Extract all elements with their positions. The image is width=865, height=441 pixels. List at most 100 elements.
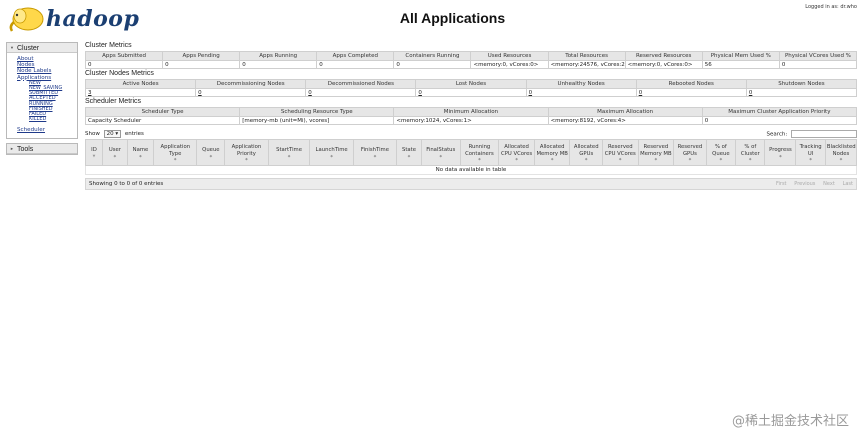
metric-header: Total Resources [547, 51, 626, 61]
node-metric-value: 3 [84, 88, 197, 97]
col-header-pct-queue[interactable]: % of Queue ◆ [705, 139, 737, 166]
metric-value: 0 [84, 60, 164, 69]
metric-header: Scheduler Type [84, 107, 241, 117]
node-metric-value: 0 [745, 88, 858, 97]
apps-table-controls: Show 20 ▾ entries Search: [85, 128, 857, 139]
metric-header: Apps Submitted [84, 51, 164, 61]
metric-value: Capacity Scheduler [84, 116, 241, 125]
cluster-menu-header[interactable]: ▼ Cluster [7, 43, 77, 53]
col-header-reserved-memory[interactable]: Reserved Memory MB ◆ [637, 139, 675, 166]
sort-icon: ◆ [113, 153, 117, 158]
col-header-running-containers[interactable]: Running Containers ◆ [459, 139, 500, 166]
col-header-id[interactable]: ID ▼ [84, 139, 104, 166]
col-header-blacklisted-nodes[interactable]: Blacklisted Nodes ◆ [824, 139, 858, 166]
col-header-tracking-ui[interactable]: Tracking UI ◆ [795, 139, 826, 166]
metric-header: Physical Mem Used % [701, 51, 780, 61]
col-header-allocated-memory[interactable]: Allocated Memory MB ◆ [533, 139, 571, 166]
col-header-allocated-gpus[interactable]: Allocated GPUs ◆ [569, 139, 603, 166]
main-content: Cluster Metrics Apps Submitted Apps Pend… [84, 41, 858, 190]
metric-header: Used Resources [470, 51, 549, 61]
col-header-launch-time[interactable]: LaunchTime ◆ [309, 139, 354, 166]
scheduler-metrics-table: Scheduler Type Scheduling Resource Type … [84, 107, 858, 125]
metric-value: 0 [778, 60, 858, 69]
metric-value: 0 [316, 60, 395, 69]
sort-icon: ◆ [584, 157, 588, 161]
empty-table-message: No data available in table [85, 165, 857, 175]
previous-page-button[interactable]: Previous [794, 181, 815, 187]
metric-header: Containers Running [393, 51, 472, 61]
col-header-state[interactable]: State ◆ [396, 139, 422, 166]
col-header-finish-time[interactable]: FinishTime ◆ [352, 139, 398, 166]
nav-link-scheduler[interactable]: Scheduler [17, 127, 77, 133]
sort-icon: ◆ [330, 153, 333, 158]
metric-value: <memory:1024, vCores:1> [393, 116, 549, 125]
sort-icon: ◆ [688, 157, 692, 161]
metric-header: Decommissioned Nodes [305, 79, 417, 89]
sort-icon: ◆ [209, 153, 213, 158]
node-metric-value: 0 [195, 88, 307, 97]
expand-triangle-icon: ► [10, 145, 14, 151]
header: hadoop All Applications Logged in as: dr… [0, 0, 865, 38]
search-input[interactable] [791, 129, 857, 138]
sort-icon: ◆ [407, 153, 411, 158]
sort-icon: ◆ [139, 153, 142, 158]
cluster-nodes-metrics-title: Cluster Nodes Metrics [85, 70, 154, 77]
metric-value: <memory:0, vCores:0> [624, 60, 703, 69]
apps-table-footer: Showing 0 to 0 of 0 entries First Previo… [85, 178, 857, 190]
applications-header-row: ID ▼ User ◆ Name ◆ Application Type ◆ Queue ◆… [84, 139, 858, 166]
metric-value: 0 [239, 60, 318, 69]
scheduler-metrics-title: Scheduler Metrics [85, 98, 142, 105]
sort-icon: ◆ [654, 157, 658, 161]
table-row: No data available in table [85, 165, 857, 175]
col-header-reserved-gpus[interactable]: Reserved GPUs ◆ [673, 139, 707, 166]
sort-icon: ◆ [173, 157, 177, 161]
unhealthy-nodes-link[interactable]: 0 [529, 90, 533, 96]
col-header-final-status[interactable]: FinalStatus ◆ [420, 139, 461, 166]
sort-icon: ◆ [719, 157, 723, 161]
metric-header: Apps Pending [162, 51, 241, 61]
tools-menu-header[interactable]: ► Tools [7, 143, 77, 154]
metric-header: Scheduling Resource Type [239, 107, 395, 117]
page-size-control: Show 20 ▾ entries [85, 129, 144, 138]
metric-header: Lost Nodes [415, 79, 527, 89]
metric-value: 0 [701, 116, 858, 125]
col-header-progress[interactable]: Progress ◆ [764, 139, 797, 166]
decommissioning-nodes-link[interactable]: 0 [198, 90, 202, 96]
page-size-value: 20 [106, 130, 114, 137]
lost-nodes-link[interactable]: 0 [418, 90, 422, 96]
active-nodes-link[interactable]: 3 [88, 90, 92, 96]
metric-header: Minimum Allocation [393, 107, 549, 117]
search-control: Search: [766, 129, 857, 138]
metric-value: 0 [393, 60, 472, 69]
sort-icon: ◆ [245, 157, 248, 161]
sort-icon: ◆ [809, 157, 812, 161]
first-page-button[interactable]: First [776, 181, 787, 187]
search-label: Search: [766, 131, 788, 137]
metric-value: 0 [162, 60, 241, 69]
sort-icon: ◆ [478, 157, 481, 161]
node-metric-value: 0 [635, 88, 747, 97]
col-header-application-type[interactable]: Application Type ◆ [153, 139, 198, 166]
metric-value: <memory:0, vCores:0> [470, 60, 549, 69]
col-header-pct-cluster[interactable]: % of Cluster ◆ [735, 139, 766, 166]
page-size-select[interactable]: 20 ▾ [103, 129, 122, 138]
applications-table: ID ▼ User ◆ Name ◆ Application Type ◆ Queue ◆… [84, 139, 858, 175]
metric-header: Decommissioning Nodes [195, 79, 307, 89]
decommissioned-nodes-link[interactable]: 0 [308, 90, 312, 96]
shutdown-nodes-link[interactable]: 0 [749, 90, 753, 96]
sidebar: ▼ Cluster About Nodes Node Labels Applica… [6, 42, 78, 155]
col-header-reserved-cpu[interactable]: Reserved CPU VCores ◆ [601, 139, 639, 166]
sort-icon: ◆ [550, 157, 554, 161]
col-header-name[interactable]: Name ◆ [126, 139, 155, 166]
last-page-button[interactable]: Last [843, 181, 853, 187]
col-header-allocated-cpu[interactable]: Allocated CPU VCores ◆ [498, 139, 535, 166]
rebooted-nodes-link[interactable]: 0 [639, 90, 643, 96]
next-page-button[interactable]: Next [823, 181, 835, 187]
sort-icon: ◆ [287, 153, 291, 158]
col-header-user[interactable]: User ◆ [102, 139, 128, 166]
metric-header: Apps Running [239, 51, 318, 61]
col-header-queue[interactable]: Queue ◆ [196, 139, 226, 166]
metric-header: Physical VCores Used % [778, 51, 858, 61]
col-header-start-time[interactable]: StartTime ◆ [267, 139, 311, 166]
col-header-application-priority[interactable]: Application Priority ◆ [224, 139, 269, 166]
